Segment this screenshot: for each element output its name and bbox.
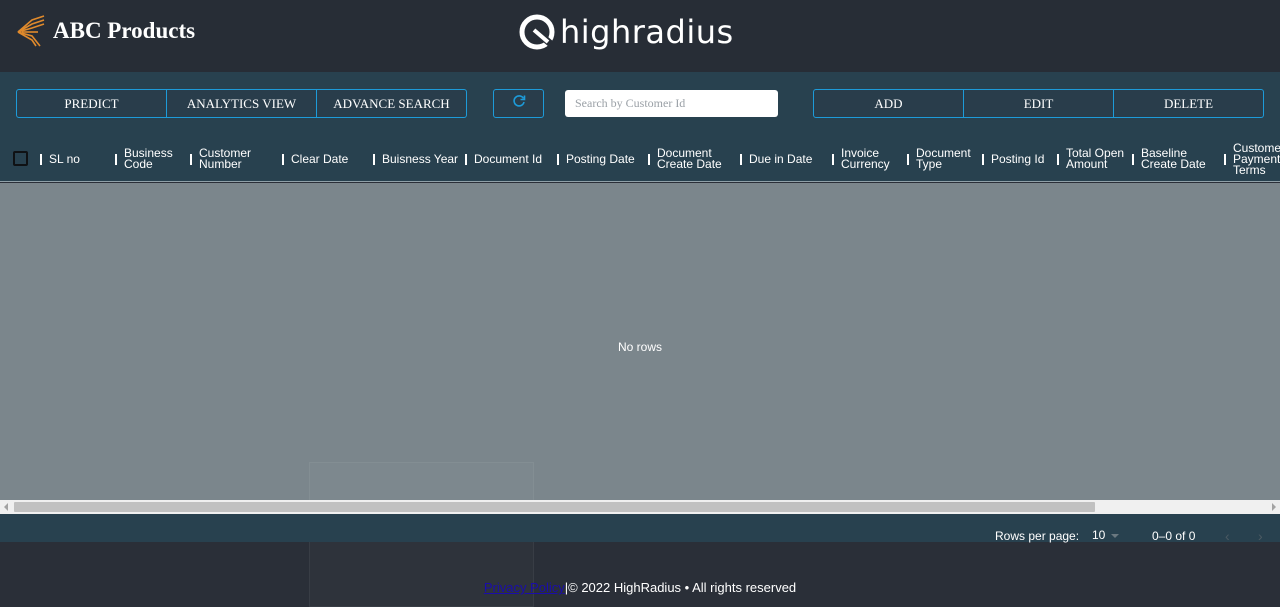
highradius-logo: highradius — [518, 10, 734, 54]
predict-button[interactable]: PREDICT — [16, 89, 167, 118]
rows-per-page-label: Rows per page: — [995, 529, 1080, 543]
brand-name: ABC Products — [53, 18, 196, 43]
table-body: No rows — [0, 183, 1280, 500]
advance-search-button[interactable]: ADVANCE SEARCH — [317, 89, 467, 118]
privacy-policy-link[interactable]: Privacy Policy — [484, 580, 565, 595]
column-header-invoice-currency[interactable]: Invoice Currency — [832, 136, 890, 181]
horizontal-scrollbar[interactable] — [0, 500, 1280, 514]
column-label: Due in Date — [749, 151, 813, 166]
pagination-bar: Rows per page: 10 0–0 of 0 ‹ › — [0, 514, 1280, 544]
app-header: ABC Products highradius — [0, 0, 1280, 72]
column-label: Document Type — [916, 146, 971, 171]
empty-state-message: No rows — [617, 340, 662, 354]
refresh-button[interactable] — [493, 89, 544, 118]
column-header-sl-no[interactable]: SL no — [40, 136, 80, 181]
column-header-customer-payment-terms[interactable]: Customer Payment Terms — [1224, 136, 1280, 181]
column-label: Customer Number — [199, 146, 252, 171]
column-label: Document Create Date — [657, 146, 722, 171]
table-header: SL no Business Code Customer Number Clea… — [0, 136, 1280, 182]
brand: ABC Products — [16, 14, 195, 48]
chevron-down-icon[interactable] — [1111, 534, 1119, 538]
column-header-clear-date[interactable]: Clear Date — [282, 136, 349, 181]
scrollbar-thumb[interactable] — [14, 502, 1095, 512]
column-header-due-in-date[interactable]: Due in Date — [740, 136, 813, 181]
brand-logo-icon — [16, 14, 46, 48]
copyright-text: |© 2022 HighRadius • All rights reserved — [564, 580, 797, 595]
delete-button[interactable]: DELETE — [1114, 89, 1264, 118]
left-button-group: PREDICT ANALYTICS VIEW ADVANCE SEARCH — [16, 89, 467, 118]
column-label: Posting Id — [991, 151, 1045, 166]
column-label: Buisness Year — [382, 151, 459, 166]
column-label: Document Id — [474, 151, 543, 166]
highradius-mark-icon — [518, 12, 556, 52]
pagination-range: 0–0 of 0 — [1152, 529, 1196, 543]
footer: Privacy Policy|© 2022 HighRadius • All r… — [0, 580, 1280, 595]
column-header-document-type[interactable]: Document Type — [907, 136, 971, 181]
rows-per-page-select[interactable]: 10 — [1092, 528, 1105, 542]
column-header-customer-number[interactable]: Customer Number — [190, 136, 252, 181]
previous-page-icon[interactable]: ‹ — [1225, 528, 1230, 544]
column-label: Business Code — [124, 146, 173, 171]
add-button[interactable]: ADD — [813, 89, 964, 118]
column-label: Customer Payment Terms — [1233, 140, 1280, 177]
analytics-view-button[interactable]: ANALYTICS VIEW — [167, 89, 317, 118]
customer-id-search-input[interactable] — [565, 90, 778, 117]
column-header-posting-date[interactable]: Posting Date — [557, 136, 635, 181]
column-header-posting-id[interactable]: Posting Id — [982, 136, 1045, 181]
scroll-left-icon[interactable] — [4, 503, 8, 511]
toolbar: PREDICT ANALYTICS VIEW ADVANCE SEARCH AD… — [0, 72, 1280, 136]
right-button-group: ADD EDIT DELETE — [813, 89, 1264, 118]
column-label: Total Open Amount — [1066, 146, 1125, 171]
highradius-logo-text: highradius — [560, 13, 734, 51]
column-label: Baseline Create Date — [1141, 146, 1206, 171]
edit-button[interactable]: EDIT — [964, 89, 1114, 118]
column-label: Clear Date — [291, 151, 349, 166]
scroll-right-icon[interactable] — [1272, 503, 1276, 511]
column-header-total-open-amount[interactable]: Total Open Amount — [1057, 136, 1125, 181]
column-header-document-id[interactable]: Document Id — [465, 136, 543, 181]
column-label: Invoice Currency — [841, 146, 890, 171]
column-header-document-create-date[interactable]: Document Create Date — [648, 136, 722, 181]
column-header-business-code[interactable]: Business Code — [115, 136, 173, 181]
refresh-icon — [512, 94, 526, 113]
column-header-baseline-create-date[interactable]: Baseline Create Date — [1132, 136, 1206, 181]
column-label: SL no — [49, 151, 80, 166]
next-page-icon[interactable]: › — [1258, 528, 1263, 544]
column-header-business-year[interactable]: Buisness Year — [373, 136, 459, 181]
select-all-checkbox[interactable] — [13, 151, 28, 166]
column-label: Posting Date — [566, 151, 635, 166]
